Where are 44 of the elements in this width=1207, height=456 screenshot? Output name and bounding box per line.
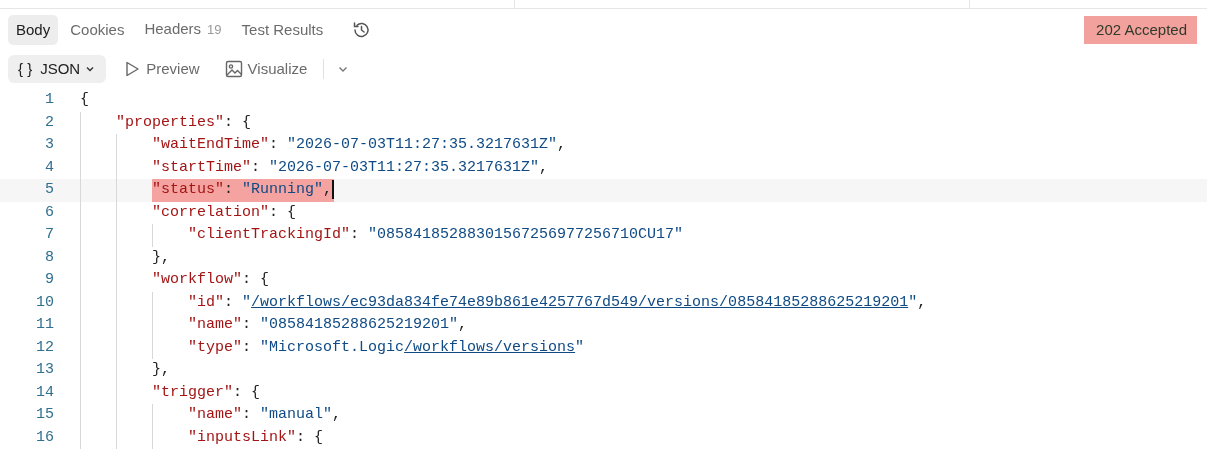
code-line: "id": "/workflows/ec93da834fe74e89b861e4257767d549/versions/08584185288625219201", [188, 292, 927, 313]
code-line: "clientTrackingId": "08584185288301567256977256710CU17" [188, 225, 684, 245]
line-number: 12 [35, 337, 54, 358]
image-icon [223, 59, 244, 79]
line-number: 15 [35, 405, 54, 425]
code-line: "type": "Microsoft.Logic/workflows/versions" [188, 337, 585, 358]
view-button[interactable]: Visualize [215, 55, 316, 83]
line-number: 2 [44, 112, 54, 133]
path-link[interactable]: /workflows/ec93da834fe74e89b861e4257767d549/versions/08584185288625219201 [251, 293, 909, 311]
response-tab[interactable]: Cookies [62, 14, 133, 45]
line-number: 14 [35, 382, 54, 403]
path-link[interactable]: /workflows/versions [404, 338, 576, 356]
line-number: 9 [44, 270, 54, 290]
line-number: 1 [44, 90, 54, 110]
history-icon[interactable] [351, 19, 372, 40]
code-line: "workflow": { [152, 270, 270, 290]
code-line: "correlation": { [152, 202, 297, 223]
code-line: "properties": { [116, 112, 252, 133]
code-line: "waitEndTime": "2026-07-03T11:27:35.3217631Z", [152, 135, 567, 155]
response-tab[interactable]: Body [8, 14, 59, 45]
text-cursor [332, 179, 334, 199]
response-tab[interactable]: Test Results [233, 14, 332, 45]
status-code: 202 Accepted [1084, 15, 1197, 44]
view-button[interactable]: Preview [114, 55, 208, 83]
code-line: "startTime": "2026-07-03T11:27:35.3217631Z", [152, 157, 549, 178]
line-number: 10 [35, 292, 54, 313]
code-line: "inputsLink": { [188, 427, 324, 448]
code-line: { [80, 90, 89, 110]
line-number: 7 [44, 225, 54, 245]
line-number: 5 [44, 180, 54, 200]
code-line: "trigger": { [152, 382, 261, 403]
code-line: }, [152, 247, 170, 268]
format-dropdown[interactable]: { } JSON [8, 55, 107, 83]
code-line: "name": "08584185288625219201", [188, 315, 468, 335]
line-number: 11 [35, 315, 54, 335]
line-number: 4 [44, 157, 54, 178]
line-number: 16 [35, 427, 54, 448]
code-line: "name": "manual", [188, 405, 342, 425]
line-number: 3 [44, 135, 54, 155]
line-number: 13 [35, 360, 54, 380]
response-tab[interactable]: Headers 19 [136, 14, 230, 45]
code-line: }, [152, 360, 170, 380]
line-number: 6 [44, 202, 54, 223]
line-number: 8 [44, 247, 54, 268]
